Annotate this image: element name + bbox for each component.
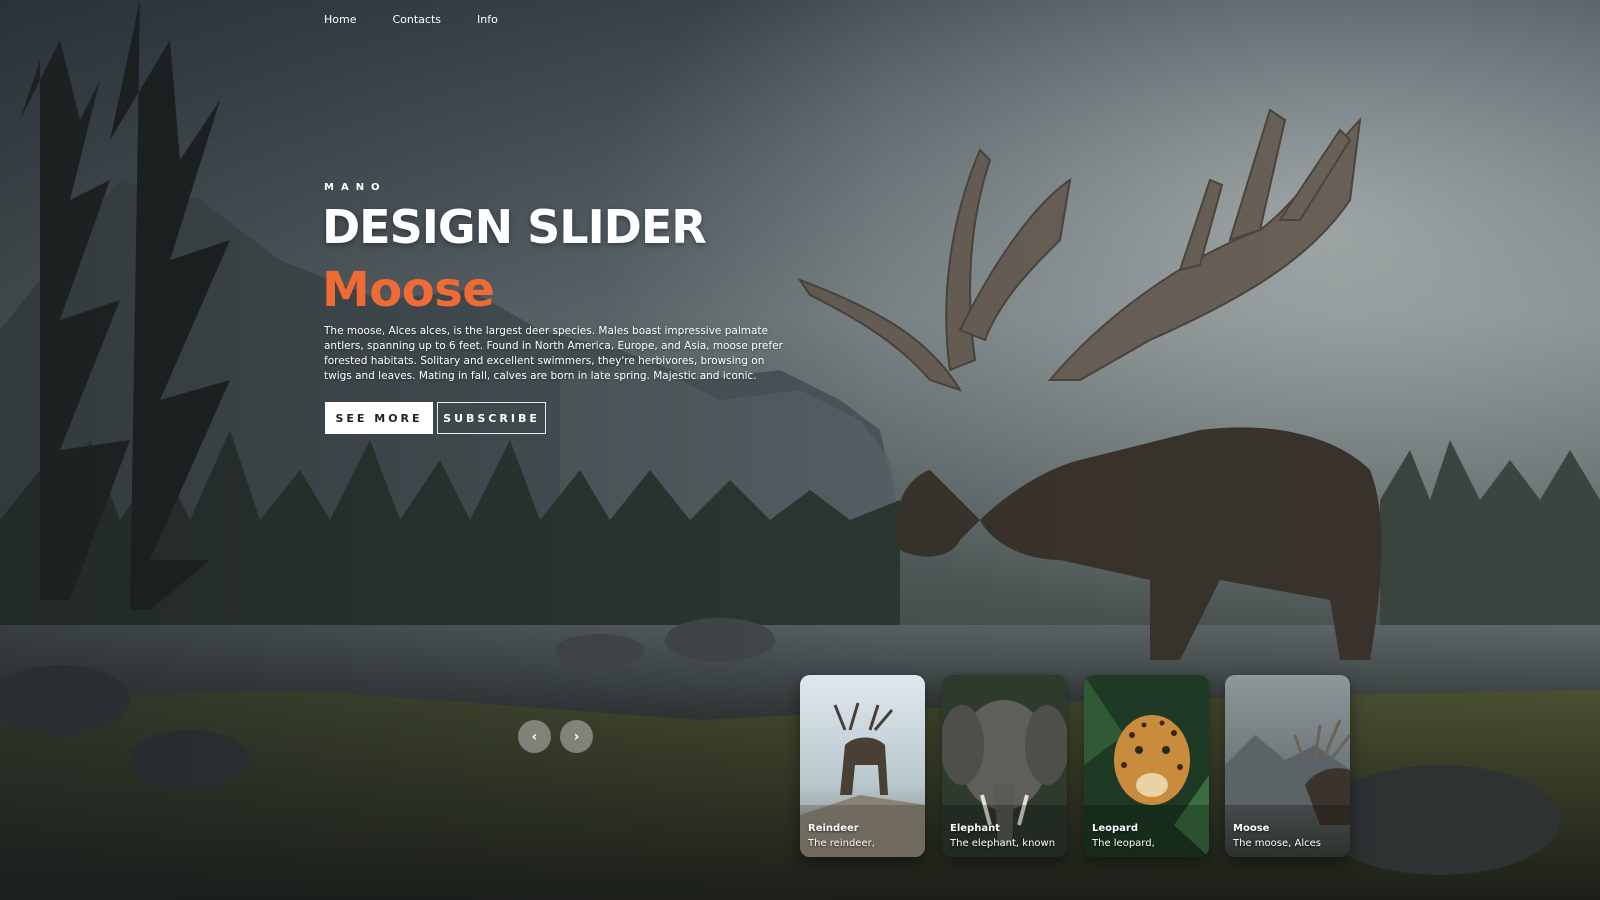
thumbnail-card-reindeer[interactable]: Reindeer The reindeer,	[800, 675, 925, 857]
thumbnail-description: The elephant, known	[950, 838, 1056, 849]
nav-contacts-link[interactable]: Contacts	[392, 13, 441, 26]
thumbnail-title: Reindeer	[808, 823, 859, 834]
prev-slide-button[interactable]: ‹	[518, 720, 551, 753]
chevron-right-icon: ›	[573, 728, 580, 745]
thumbnail-title: Elephant	[950, 823, 1000, 834]
see-more-button[interactable]: SEE MORE	[325, 402, 433, 434]
nav-info-link[interactable]: Info	[477, 13, 498, 26]
thumbnail-title: Leopard	[1092, 823, 1139, 834]
hero-title: DESIGN SLIDER	[322, 200, 707, 254]
nav-home-link[interactable]: Home	[324, 13, 356, 26]
thumbnail-card-leopard[interactable]: Leopard The leopard,	[1084, 675, 1209, 857]
thumbnail-card-elephant[interactable]: Elephant The elephant, known	[942, 675, 1067, 857]
brand-label: MANO	[324, 182, 387, 193]
thumbnail-description: The reindeer,	[808, 838, 875, 849]
thumbnail-card-moose[interactable]: Moose The moose, Alces	[1225, 675, 1350, 857]
thumbnail-title: Moose	[1233, 823, 1270, 834]
chevron-left-icon: ‹	[531, 728, 538, 745]
hero-topic: Moose	[322, 262, 495, 318]
subscribe-button[interactable]: SUBSCRIBE	[437, 402, 546, 434]
thumbnail-description: The leopard,	[1092, 838, 1155, 849]
hero-description: The moose, Alces alces, is the largest d…	[324, 325, 783, 382]
hero-stage: Home Contacts Info MANO DESIGN SLIDER Mo…	[0, 0, 1600, 900]
top-navigation: Home Contacts Info	[324, 13, 498, 26]
thumbnail-description: The moose, Alces	[1233, 838, 1321, 849]
next-slide-button[interactable]: ›	[560, 720, 593, 753]
